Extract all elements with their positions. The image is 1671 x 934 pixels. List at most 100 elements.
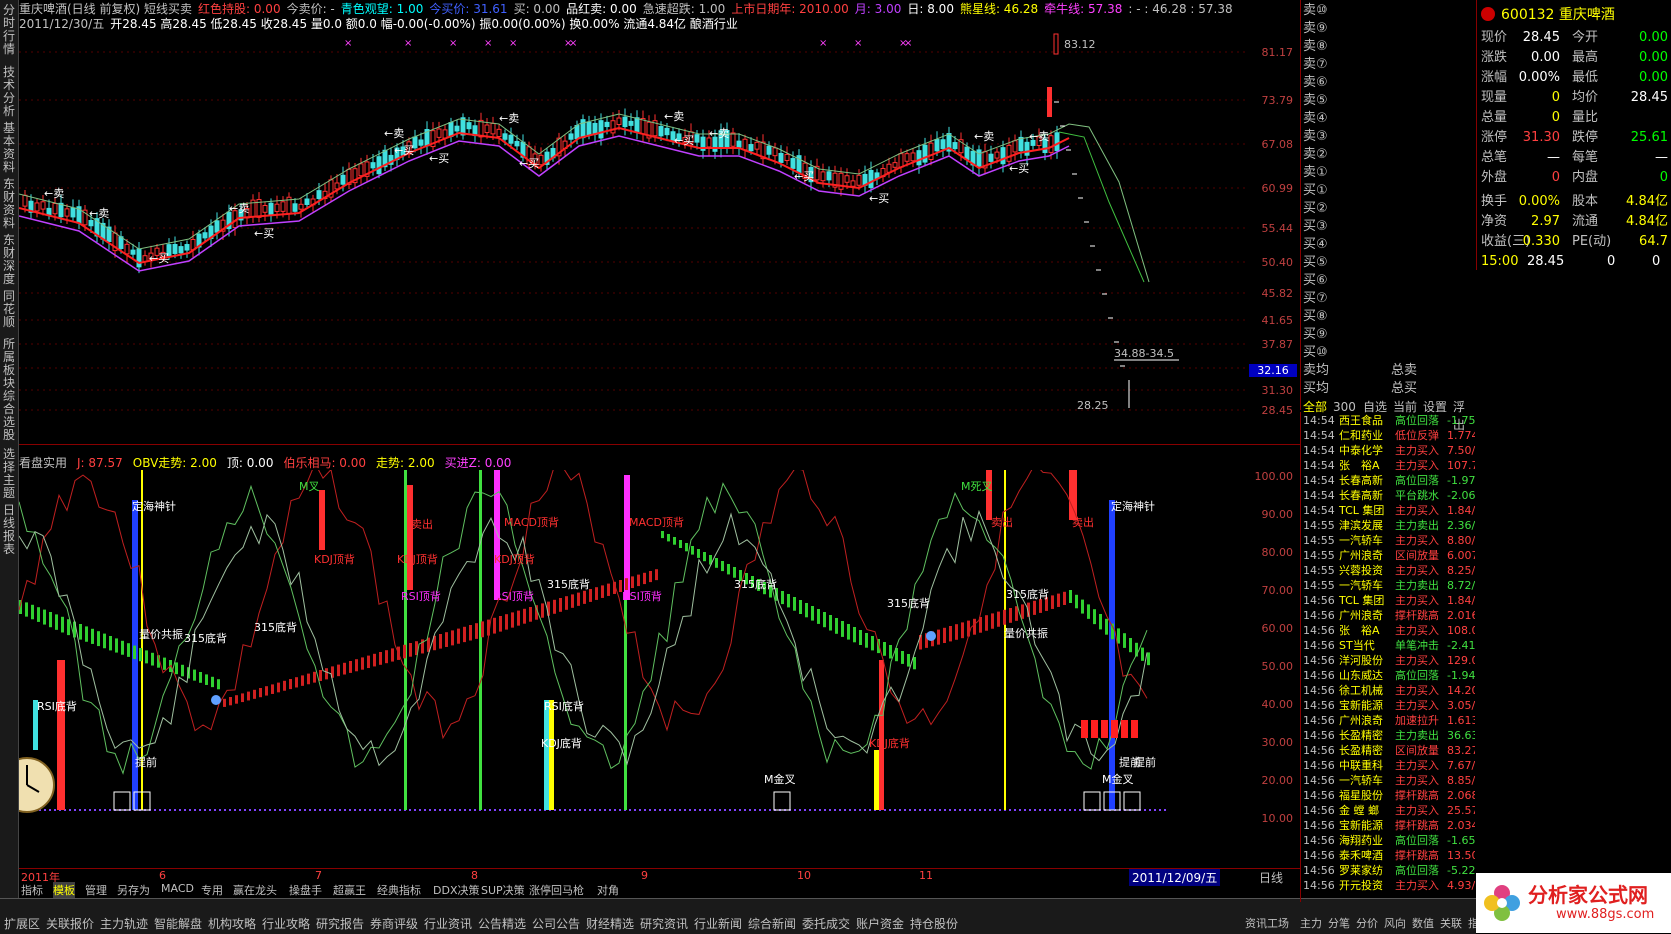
indicator-tab[interactable]: 管理 [85,882,107,898]
indicator-tab[interactable]: 超赢王 [333,882,366,898]
candle-body [1012,140,1018,153]
header-field: : - : 46.28 : 57.38 [1128,2,1233,16]
panel-tab[interactable]: 分价 [1356,915,1378,931]
quote-label: 均价 [1572,90,1599,105]
left-nav-item[interactable]: 同花顺 [2,290,16,329]
quote-value: 64.7 [1639,234,1668,249]
signal-label: 315底背 [547,577,590,591]
indicator-tab[interactable]: SUP决策 [481,882,525,898]
cross-marker: × [819,38,827,49]
quote-value: 0.00% [1518,194,1560,209]
signal-label: 定海神针 [132,499,176,513]
trend-dash [349,661,352,673]
price-tick: 55.44 [1261,222,1294,235]
bottom-link[interactable]: 扩展区 [4,915,40,932]
indicator-tab[interactable]: 对角 [597,882,619,898]
bottom-link[interactable]: 券商评级 [370,915,418,932]
candle-body [850,180,856,187]
bottom-link[interactable]: 研究报告 [316,915,364,932]
signal-label: 315底背 [1006,587,1049,601]
panel-tab[interactable]: 资讯工场 [1245,915,1289,931]
indicator-tabs: 指标 模板 管理 另存为 MACD 专用 赢在龙头 操盘手 超赢王 经典指标 DDX决策 SUP决策涨… [19,882,919,898]
indicator-tab[interactable]: MACD [161,882,194,895]
bottom-link[interactable]: 综合新闻 [748,915,796,932]
bottom-link[interactable]: 持仓股份 [910,915,958,932]
quote-value: 0.330 [1522,234,1560,249]
indicator-tab[interactable]: 赢在龙头 [233,882,277,898]
trend-dash [121,640,124,655]
trend-dash [523,608,526,624]
candle-body [616,117,622,126]
signal-buy-label: ←买 [674,134,694,147]
left-nav-item[interactable]: 基本资料 [2,122,16,174]
candle-body [664,127,670,136]
indicator-tab[interactable]: 涨停回马枪 [529,882,584,898]
panel-tab[interactable]: 分笔 [1328,915,1350,931]
cross-marker: × [854,38,862,49]
candle-body [178,246,184,254]
quote-label: 现价 [1481,30,1508,45]
bottom-link[interactable]: 账户资金 [856,915,904,932]
period-button[interactable]: 日线 [1259,869,1283,886]
current-price-tag: 32.16 [1249,364,1297,377]
indicator-chart[interactable]: 定海神针量价共振 315底背315底背RSI底背提前M叉KDJ顶背 KDJ顶背RSI… [19,470,1249,870]
trend-dash [997,611,1000,627]
chart-header: 重庆啤酒(日线 前复权) 短线买卖 红色持股: 0.00 今卖价: - 青色观望: 1… [19,2,1249,32]
left-nav-item[interactable]: 技术分析 [2,66,16,118]
quote-row: 涨跌 0.00 最高 0.00 [1477,48,1671,68]
bottom-link[interactable]: 行业新闻 [694,915,742,932]
left-nav-item[interactable]: 综合选股 [2,390,16,442]
indicator-tab[interactable]: 模板 [53,882,75,898]
bottom-link[interactable]: 关联报价 [46,915,94,932]
left-nav-item[interactable]: 选择主题 [2,448,16,500]
order-summary: 卖均 [1303,363,1330,378]
panel-tab[interactable]: 关联 [1440,915,1462,931]
bottom-link[interactable]: 委托成交 [802,915,850,932]
trend-dash [151,652,154,666]
panel-tab[interactable]: 主力 [1300,915,1322,931]
bottom-link[interactable]: 公司公告 [532,915,580,932]
candle-body [172,243,178,254]
quote-label: 今开 [1572,30,1599,45]
left-nav-item[interactable]: 所属板块 [2,338,16,390]
trend-dash [91,628,94,644]
price-axis: 81.17 73.79 67.08 60.99 55.44 50.40 45.82 41.65… [1249,32,1299,870]
quote-value: 0.00 [1639,50,1668,65]
volume-block [1131,720,1138,738]
bottom-link[interactable]: 机构攻略 [208,915,256,932]
indicator-tab[interactable]: DDX决策 [433,882,479,898]
quote-label: 涨停 [1481,130,1508,145]
bottom-link[interactable]: 财经精选 [586,915,634,932]
left-nav-item[interactable]: 东财深度 [2,234,16,286]
left-nav-item[interactable]: 日线报表 [2,504,16,556]
signal-label: 315底背 [887,596,930,610]
candle-body [916,150,922,166]
candlestick-chart[interactable]: ←买 ←买 ←买 ←买 ←买 ←买 ←买 ←买 ←买 ←卖 ←卖 ←卖 ←卖 ←卖 ←卖 ←卖 ←卖 ←卖 × × × ×… [19,32,1249,442]
candle-body [598,120,604,139]
signal-buy-label: ←买 [794,170,814,183]
bottom-link[interactable]: 公告精选 [478,915,526,932]
candle-body [64,208,70,217]
bottom-link[interactable]: 研究资讯 [640,915,688,932]
price-label-range: 34.88-34.5 [1114,347,1174,360]
indicator-tab[interactable]: 操盘手 [289,882,322,898]
left-nav-item[interactable]: 分时行情 [2,4,16,56]
price-tick: 37.87 [1261,338,1294,351]
indicator-tab[interactable]: 指标 [21,882,43,898]
indicator-tab[interactable]: 经典指标 [377,882,421,898]
panel-tab[interactable]: 数值 [1412,915,1434,931]
indicator-tab[interactable]: 专用 [201,882,223,898]
current-date-label: 2011/12/09/五 [1129,869,1221,886]
trend-dash [205,674,208,685]
bottom-link[interactable]: 行业攻略 [262,915,310,932]
trend-dash [829,615,832,631]
indicator-tab[interactable]: 另存为 [117,882,150,898]
panel-tab[interactable]: 风向 [1384,915,1406,931]
ticker-row[interactable]: 14:56 开元投资主力买入 4.93/3 [1303,877,1475,895]
quote-label: 股本 [1572,194,1599,209]
bottom-link[interactable]: 行业资讯 [424,915,472,932]
bottom-link[interactable]: 智能解盘 [154,915,202,932]
left-nav-item[interactable]: 东财资料 [2,178,16,230]
bottom-link[interactable]: 主力轨迹 [100,915,148,932]
trend-dash [1015,606,1018,621]
